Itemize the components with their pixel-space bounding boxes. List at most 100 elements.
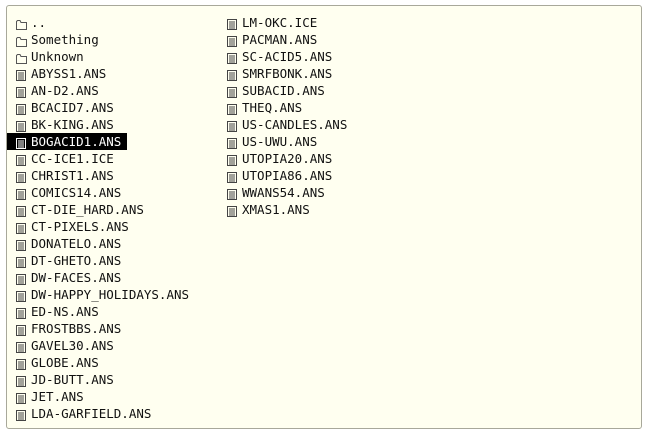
folder-icon (16, 17, 27, 30)
document-icon (16, 340, 26, 353)
document-icon (16, 323, 26, 336)
document-icon (227, 17, 237, 30)
folder-entry[interactable]: Something (7, 31, 195, 48)
file-entry[interactable]: XMAS1.ANS (218, 201, 353, 218)
file-entry[interactable]: WWANS54.ANS (218, 184, 353, 201)
folder-icon (16, 34, 27, 47)
document-icon (16, 136, 26, 149)
file-entry[interactable]: JD-BUTT.ANS (7, 371, 195, 388)
file-entry[interactable]: UTOPIA86.ANS (218, 167, 353, 184)
file-entry[interactable]: GLOBE.ANS (7, 354, 195, 371)
file-entry[interactable]: ABYSS1.ANS (7, 65, 195, 82)
entry-label: BK-KING.ANS (31, 117, 114, 132)
document-icon (16, 289, 26, 302)
document-icon (16, 408, 26, 421)
entry-label: UTOPIA86.ANS (242, 168, 333, 183)
document-icon (16, 85, 26, 98)
file-entry[interactable]: SMRFBONK.ANS (218, 65, 353, 82)
document-icon (16, 221, 26, 234)
file-entry[interactable]: CT-DIE_HARD.ANS (7, 201, 195, 218)
file-entry[interactable]: COMICS14.ANS (7, 184, 195, 201)
file-list-panel: .. Something Unknown ABYSS1.ANS AN-D2.ANS BCA… (6, 5, 642, 429)
document-icon (227, 187, 237, 200)
folder-entry[interactable]: Unknown (7, 48, 195, 65)
entry-label: SC-ACID5.ANS (242, 49, 333, 64)
document-icon (16, 255, 26, 268)
file-entry[interactable]: BOGACID1.ANS (7, 133, 128, 150)
entry-label: CC-ICE1.ICE (31, 151, 114, 166)
document-icon (16, 306, 26, 319)
entry-label: GLOBE.ANS (31, 355, 99, 370)
file-entry[interactable]: JET.ANS (7, 388, 195, 405)
document-icon (227, 85, 237, 98)
file-entry[interactable]: SUBACID.ANS (218, 82, 353, 99)
file-entry[interactable]: DONATELO.ANS (7, 235, 195, 252)
entry-label: DT-GHETO.ANS (31, 253, 122, 268)
file-entry[interactable]: FROSTBBS.ANS (7, 320, 195, 337)
file-entry[interactable]: CHRIST1.ANS (7, 167, 195, 184)
entry-label: .. (31, 15, 47, 30)
entry-label: US-UWU.ANS (242, 134, 318, 149)
document-icon (227, 51, 237, 64)
file-entry[interactable]: CC-ICE1.ICE (7, 150, 195, 167)
file-entry[interactable]: US-CANDLES.ANS (218, 116, 353, 133)
entry-label: UTOPIA20.ANS (242, 151, 333, 166)
entry-label: SMRFBONK.ANS (242, 66, 333, 81)
document-icon (227, 170, 237, 183)
file-entry[interactable]: BCACID7.ANS (7, 99, 195, 116)
entry-label: ABYSS1.ANS (31, 66, 107, 81)
document-icon (227, 102, 237, 115)
entry-label: COMICS14.ANS (31, 185, 122, 200)
document-icon (16, 272, 26, 285)
file-entry[interactable]: THEQ.ANS (218, 99, 353, 116)
document-icon (16, 68, 26, 81)
file-entry[interactable]: GAVEL30.ANS (7, 337, 195, 354)
entry-label: AN-D2.ANS (31, 83, 99, 98)
file-entry[interactable]: AN-D2.ANS (7, 82, 195, 99)
entry-label: THEQ.ANS (242, 100, 303, 115)
file-entry[interactable]: DW-HAPPY_HOLIDAYS.ANS (7, 286, 195, 303)
entry-label: Something (31, 32, 99, 47)
document-icon (16, 170, 26, 183)
entry-label: SUBACID.ANS (242, 83, 325, 98)
entry-label: DONATELO.ANS (31, 236, 122, 251)
entry-label: JET.ANS (31, 389, 84, 404)
entry-label: CT-DIE_HARD.ANS (31, 202, 144, 217)
entry-label: PACMAN.ANS (242, 32, 318, 47)
entry-label: XMAS1.ANS (242, 202, 310, 217)
folder-icon (16, 51, 27, 64)
entry-label: BCACID7.ANS (31, 100, 114, 115)
entry-label: GAVEL30.ANS (31, 338, 114, 353)
file-list-column-1: .. Something Unknown ABYSS1.ANS AN-D2.ANS BCA… (7, 14, 195, 422)
document-icon (227, 34, 237, 47)
document-icon (16, 153, 26, 166)
entry-label: CHRIST1.ANS (31, 168, 114, 183)
file-entry[interactable]: DT-GHETO.ANS (7, 252, 195, 269)
file-entry[interactable]: SC-ACID5.ANS (218, 48, 353, 65)
file-entry[interactable]: DW-FACES.ANS (7, 269, 195, 286)
document-icon (16, 204, 26, 217)
entry-label: CT-PIXELS.ANS (31, 219, 129, 234)
document-icon (16, 102, 26, 115)
file-entry[interactable]: US-UWU.ANS (218, 133, 353, 150)
file-entry[interactable]: ED-NS.ANS (7, 303, 195, 320)
entry-label: Unknown (31, 49, 84, 64)
entry-label: JD-BUTT.ANS (31, 372, 114, 387)
entry-label: WWANS54.ANS (242, 185, 325, 200)
file-entry[interactable]: BK-KING.ANS (7, 116, 195, 133)
entry-label: DW-HAPPY_HOLIDAYS.ANS (31, 287, 190, 302)
document-icon (16, 391, 26, 404)
file-entry[interactable]: LM-OKC.ICE (218, 14, 353, 31)
file-entry[interactable]: UTOPIA20.ANS (218, 150, 353, 167)
file-entry[interactable]: CT-PIXELS.ANS (7, 218, 195, 235)
file-entry[interactable]: LDA-GARFIELD.ANS (7, 405, 195, 422)
file-list-column-2: LM-OKC.ICE PACMAN.ANS SC-ACID5.ANS SMRFBONK… (218, 14, 353, 218)
folder-entry[interactable]: .. (7, 14, 195, 31)
document-icon (227, 119, 237, 132)
document-icon (227, 136, 237, 149)
entry-label: FROSTBBS.ANS (31, 321, 122, 336)
document-icon (16, 238, 26, 251)
file-entry[interactable]: PACMAN.ANS (218, 31, 353, 48)
entry-label: ED-NS.ANS (31, 304, 99, 319)
entry-label: LDA-GARFIELD.ANS (31, 406, 152, 421)
